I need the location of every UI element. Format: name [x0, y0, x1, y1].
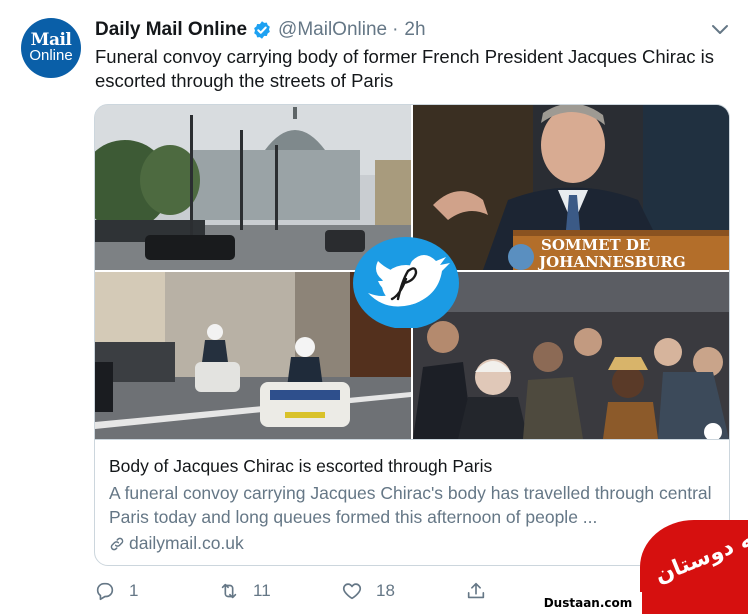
avatar-logo-line2: Online — [29, 47, 73, 64]
author-name[interactable]: Daily Mail Online — [95, 19, 247, 41]
card-title[interactable]: Body of Jacques Chirac is escorted throu… — [109, 456, 492, 477]
card-domain[interactable]: dailymail.co.uk — [129, 533, 244, 554]
heart-icon — [342, 583, 362, 600]
svg-text:JOHANNESBURG: JOHANNESBURG — [537, 253, 686, 270]
retweet-icon — [221, 583, 237, 599]
author-handle[interactable]: @MailOnline — [278, 19, 387, 41]
avatar-logo-line1: Mail — [30, 30, 72, 50]
link-icon — [110, 537, 124, 550]
card-link[interactable]: dailymail.co.uk — [109, 533, 244, 554]
retweet-button[interactable]: 11 — [218, 580, 271, 602]
share-button[interactable] — [465, 580, 500, 602]
share-icon — [467, 582, 485, 599]
reply-button[interactable]: 1 — [94, 580, 138, 602]
watermark: مجله دوستان Dustaan.com — [534, 512, 748, 614]
timestamp[interactable]: 2h — [404, 19, 425, 41]
retweet-count: 11 — [253, 581, 271, 600]
twitter-bird-logo-icon — [353, 237, 459, 328]
separator-dot: · — [392, 19, 399, 40]
svg-text:SOMMET DE: SOMMET DE — [541, 236, 650, 254]
tweet[interactable]: Mail Online Daily Mail Online @MailOnlin… — [0, 0, 748, 614]
avatar[interactable]: Mail Online — [21, 18, 81, 78]
tweet-text: Funeral convoy carrying body of former F… — [95, 46, 714, 91]
like-count: 18 — [376, 581, 395, 600]
verified-badge-icon — [254, 21, 270, 39]
reply-count: 1 — [129, 581, 139, 600]
reply-icon — [96, 582, 114, 601]
watermark-url: Dustaan.com — [534, 592, 642, 614]
like-button[interactable]: 18 — [341, 580, 395, 602]
tweet-header: Daily Mail Online @MailOnline · 2h — [95, 18, 426, 42]
link-card[interactable]: SOMMET DE JOHANNESBURG Body of Jacques C… — [94, 104, 730, 566]
chevron-down-icon[interactable] — [709, 21, 731, 39]
